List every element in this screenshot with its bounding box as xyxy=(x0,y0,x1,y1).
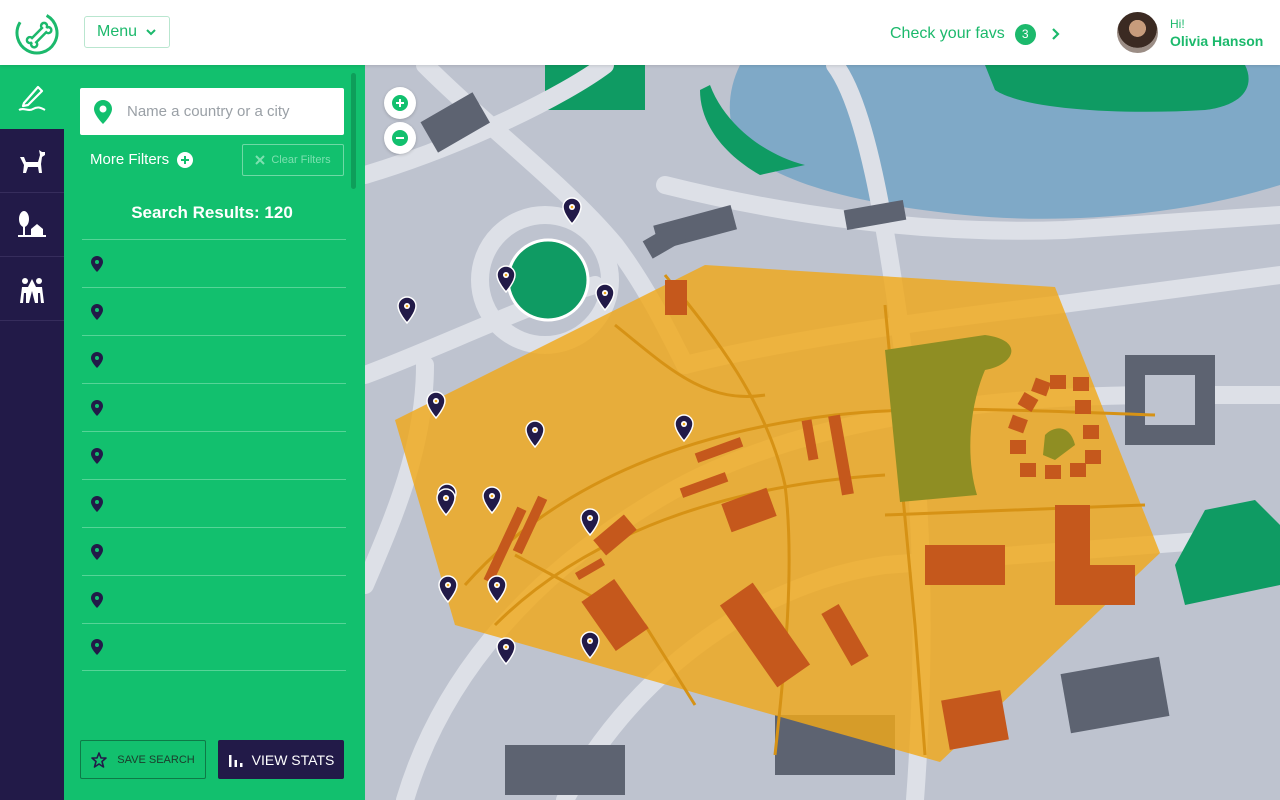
user-name[interactable]: Olivia Hanson xyxy=(1170,33,1263,49)
list-item[interactable] xyxy=(82,479,346,527)
map-pin-icon[interactable] xyxy=(496,637,516,666)
dog-icon xyxy=(20,149,45,173)
close-icon xyxy=(255,155,266,165)
pencil-icon xyxy=(18,85,46,111)
star-icon xyxy=(91,751,108,768)
map-pin-icon[interactable] xyxy=(436,488,456,517)
location-search-box[interactable] xyxy=(80,88,344,135)
list-item[interactable] xyxy=(82,575,346,623)
map-pin-icon[interactable] xyxy=(595,283,615,312)
map-pin-icon xyxy=(91,495,103,512)
list-item[interactable] xyxy=(82,623,346,671)
search-panel: More Filters Clear Filters Search Result… xyxy=(64,65,365,800)
tree-house-icon xyxy=(18,210,46,237)
list-item[interactable] xyxy=(82,431,346,479)
favs-label: Check your favs xyxy=(890,25,1005,42)
user-greeting: Hi! xyxy=(1170,17,1185,31)
panel-scrollbar[interactable] xyxy=(351,73,356,189)
minus-icon xyxy=(392,130,408,146)
map-pin-icon[interactable] xyxy=(525,420,545,449)
map-pin-icon[interactable] xyxy=(580,508,600,537)
chevron-right-icon xyxy=(1051,28,1060,40)
map-pin-icon[interactable] xyxy=(482,486,502,515)
more-filters-button[interactable]: More Filters xyxy=(90,151,194,168)
zoom-in-button[interactable] xyxy=(384,87,416,119)
map-pin-icon xyxy=(91,447,103,464)
search-results-title: Search Results: 120 xyxy=(131,203,293,222)
list-item[interactable] xyxy=(82,383,346,431)
save-search-button[interactable]: SAVE SEARCH xyxy=(80,740,206,779)
chevron-down-icon xyxy=(146,29,156,36)
view-stats-label: VIEW STATS xyxy=(251,751,335,768)
avatar[interactable] xyxy=(1117,12,1158,53)
map-pin-icon[interactable] xyxy=(674,414,694,443)
map-pin-icon xyxy=(91,639,103,655)
bone-logo-icon[interactable] xyxy=(14,10,60,56)
clear-filters-label: Clear Filters xyxy=(271,154,331,166)
favs-count-badge: 3 xyxy=(1014,23,1036,45)
map-pin-icon[interactable] xyxy=(487,575,507,604)
more-filters-label: More Filters xyxy=(90,151,170,168)
nav-item-dogs[interactable] xyxy=(0,129,64,193)
map-pin-icon[interactable] xyxy=(580,631,600,660)
nav-item-places[interactable] xyxy=(0,193,64,257)
list-item[interactable] xyxy=(82,239,346,287)
results-list xyxy=(82,239,346,671)
map-pin-icon[interactable] xyxy=(426,391,446,420)
map-pin-icon xyxy=(91,399,103,416)
location-search-input[interactable] xyxy=(127,103,327,120)
map-pin-icon[interactable] xyxy=(438,575,458,604)
map-canvas[interactable] xyxy=(365,65,1280,800)
map-view[interactable] xyxy=(365,65,1280,800)
nav-item-community[interactable] xyxy=(0,257,64,321)
map-pin-icon[interactable] xyxy=(397,296,417,325)
plus-circle-icon xyxy=(177,151,194,168)
view-stats-button[interactable]: VIEW STATS xyxy=(218,740,344,779)
save-search-label: SAVE SEARCH xyxy=(117,753,195,766)
location-pin-icon xyxy=(94,99,112,124)
menu-label: Menu xyxy=(96,23,138,40)
list-item[interactable] xyxy=(82,287,346,335)
top-header: Menu Check your favs 3 Hi! Olivia Hanson xyxy=(0,0,1280,65)
map-pin-icon xyxy=(91,303,103,320)
map-pin-icon xyxy=(91,255,103,272)
nav-rail xyxy=(0,65,64,800)
map-pin-icon[interactable] xyxy=(562,197,582,226)
map-pin-icon xyxy=(91,351,103,368)
nav-item-edit[interactable] xyxy=(0,65,64,129)
plus-icon xyxy=(392,95,408,111)
bar-chart-icon xyxy=(228,754,243,767)
menu-button[interactable]: Menu xyxy=(84,16,170,48)
map-pin-icon[interactable] xyxy=(496,265,516,294)
check-favs-link[interactable]: Check your favs 3 xyxy=(890,22,1060,46)
zoom-out-button[interactable] xyxy=(384,122,416,154)
people-icon xyxy=(20,277,44,303)
map-pin-icon xyxy=(91,591,103,608)
clear-filters-button[interactable]: Clear Filters xyxy=(242,144,344,176)
map-pin-icon xyxy=(91,543,103,560)
list-item[interactable] xyxy=(82,335,346,383)
list-item[interactable] xyxy=(82,527,346,575)
